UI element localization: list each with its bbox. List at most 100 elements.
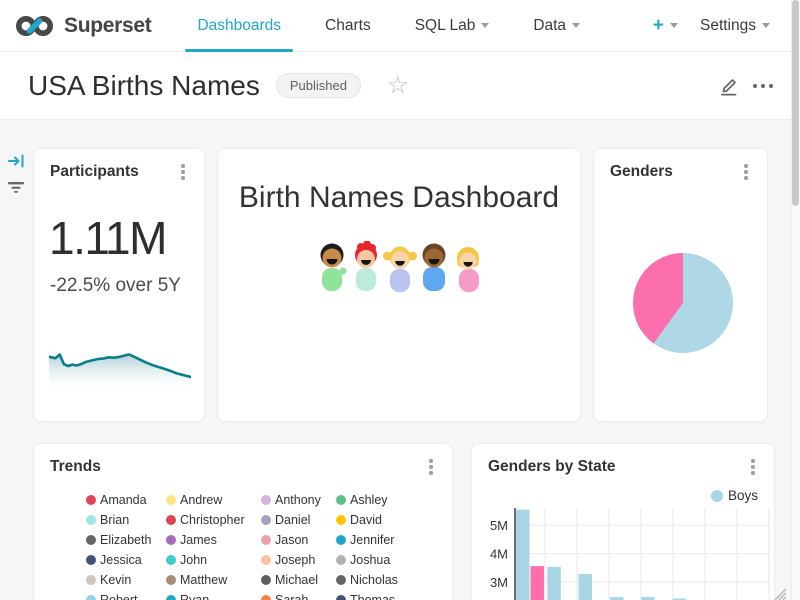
legend-label: Christopher xyxy=(180,513,245,527)
y-axis-tick: 4M xyxy=(490,547,508,562)
chart-title: Genders xyxy=(610,163,673,181)
legend-label: Kevin xyxy=(100,573,131,587)
y-axis-tick: 3M xyxy=(490,575,508,590)
nav-tab-label: Charts xyxy=(325,17,371,35)
legend-dot xyxy=(86,495,96,505)
favorite-star-icon[interactable]: ☆ xyxy=(387,74,409,98)
legend-label: Sarah xyxy=(275,593,308,600)
superset-logo[interactable]: Superset xyxy=(0,14,151,38)
legend-item-michael[interactable]: Michael xyxy=(261,570,336,590)
title-actions xyxy=(719,76,800,96)
nav-tab-data[interactable]: Data xyxy=(511,0,602,52)
legend-item-ryan[interactable]: Ryan xyxy=(166,590,261,600)
expand-filter-bar-icon[interactable] xyxy=(8,153,25,174)
nav-tab-dashboards[interactable]: Dashboards xyxy=(175,0,303,52)
legend-dot xyxy=(336,535,346,545)
dashboard-heading: Birth Names Dashboard xyxy=(218,181,580,215)
legend-dot xyxy=(261,595,271,600)
nav-tab-sql-lab[interactable]: SQL Lab xyxy=(393,0,512,52)
legend-item-joseph[interactable]: Joseph xyxy=(261,550,336,570)
legend-item-jason[interactable]: Jason xyxy=(261,530,336,550)
infinity-logo-icon xyxy=(14,14,56,38)
legend-item-jennifer[interactable]: Jennifer xyxy=(336,530,446,550)
legend-item-christopher[interactable]: Christopher xyxy=(166,510,261,530)
new-item-button[interactable]: + xyxy=(651,12,680,39)
kebab-menu-icon[interactable] xyxy=(739,163,753,181)
legend-item-anthony[interactable]: Anthony xyxy=(261,490,336,510)
edit-dashboard-icon[interactable] xyxy=(719,76,738,96)
legend-item-nicholas[interactable]: Nicholas xyxy=(336,570,446,590)
legend-item-matthew[interactable]: Matthew xyxy=(166,570,261,590)
legend-label: Matthew xyxy=(180,573,227,587)
legend-item-jessica[interactable]: Jessica xyxy=(86,550,166,570)
legend-dot xyxy=(336,555,346,565)
legend-item-john[interactable]: John xyxy=(166,550,261,570)
legend-item-kevin[interactable]: Kevin xyxy=(86,570,166,590)
genders-pie-chart[interactable] xyxy=(623,243,743,363)
legend-dot xyxy=(711,490,723,502)
legend-label: Thomas xyxy=(350,593,395,600)
chevron-down-icon xyxy=(481,23,489,28)
legend-item-daniel[interactable]: Daniel xyxy=(261,510,336,530)
trends-card: Trends Amanda Andrew Anthony Ashley Brian Chr… xyxy=(33,443,453,600)
legend-label: James xyxy=(180,533,217,547)
bar-boys-0[interactable] xyxy=(516,510,530,600)
legend-label: Jessica xyxy=(100,553,142,567)
dashboard-titlebar: USA Births Names Published ☆ xyxy=(0,52,800,120)
legend-dot xyxy=(261,535,271,545)
legend-item-thomas[interactable]: Thomas xyxy=(336,590,446,600)
top-navbar: Superset Dashboards Charts SQL Lab Data + S… xyxy=(0,0,800,52)
legend-dot xyxy=(261,515,271,525)
legend-dot xyxy=(261,575,271,585)
dashboard-grid: Participants 1.11M -22.5% over 5Y Birth … xyxy=(0,120,800,600)
legend-item-joshua[interactable]: Joshua xyxy=(336,550,446,570)
nav-tab-label: SQL Lab xyxy=(415,17,476,35)
legend-item-james[interactable]: James xyxy=(166,530,261,550)
legend-dot xyxy=(86,575,96,585)
legend-dot xyxy=(86,595,96,600)
legend-item-ashley[interactable]: Ashley xyxy=(336,490,446,510)
kebab-menu-icon[interactable] xyxy=(424,458,438,476)
legend-item-boys[interactable]: Boys xyxy=(711,488,758,503)
main-nav: Dashboards Charts SQL Lab Data xyxy=(175,0,602,52)
legend-label: Daniel xyxy=(275,513,310,527)
chart-title: Participants xyxy=(50,163,139,181)
chevron-down-icon xyxy=(762,23,770,28)
legend-item-sarah[interactable]: Sarah xyxy=(261,590,336,600)
legend-label: Robert xyxy=(100,593,138,600)
legend-label: Amanda xyxy=(100,493,147,507)
legend-item-amanda[interactable]: Amanda xyxy=(86,490,166,510)
legend-item-andrew[interactable]: Andrew xyxy=(166,490,261,510)
legend-label: Ryan xyxy=(180,593,209,600)
legend-item-robert[interactable]: Robert xyxy=(86,590,166,600)
filter-icon[interactable] xyxy=(7,180,25,201)
kebab-menu-icon[interactable] xyxy=(176,163,190,181)
legend-label: Nicholas xyxy=(350,573,398,587)
more-options-icon[interactable] xyxy=(752,83,774,89)
legend-dot xyxy=(86,555,96,565)
legend-label: Anthony xyxy=(275,493,321,507)
navbar-right: + Settings xyxy=(651,12,800,39)
legend-label: Andrew xyxy=(180,493,222,507)
legend-item-brian[interactable]: Brian xyxy=(86,510,166,530)
chart-title: Trends xyxy=(50,458,101,476)
legend-item-david[interactable]: David xyxy=(336,510,446,530)
legend-dot xyxy=(166,535,176,545)
legend-dot xyxy=(336,595,346,600)
legend-item-elizabeth[interactable]: Elizabeth xyxy=(86,530,166,550)
bar-boys-2[interactable] xyxy=(579,574,593,600)
trends-legend: Amanda Andrew Anthony Ashley Brian Christophe… xyxy=(86,490,446,600)
page-title: USA Births Names xyxy=(28,70,260,102)
window-scrollbar[interactable] xyxy=(791,0,800,600)
kebab-menu-icon[interactable] xyxy=(746,458,760,476)
legend-label: John xyxy=(180,553,207,567)
published-badge[interactable]: Published xyxy=(276,73,361,98)
scrollbar-thumb[interactable] xyxy=(792,0,799,206)
nav-tab-charts[interactable]: Charts xyxy=(303,0,393,52)
genders-by-state-bar-chart[interactable]: 5M4M3M xyxy=(472,506,776,600)
bar-girls-0[interactable] xyxy=(531,566,545,600)
resize-handle-icon[interactable] xyxy=(772,586,786,600)
settings-label: Settings xyxy=(700,17,756,35)
bar-boys-1[interactable] xyxy=(547,567,561,600)
settings-menu[interactable]: Settings xyxy=(698,13,772,39)
